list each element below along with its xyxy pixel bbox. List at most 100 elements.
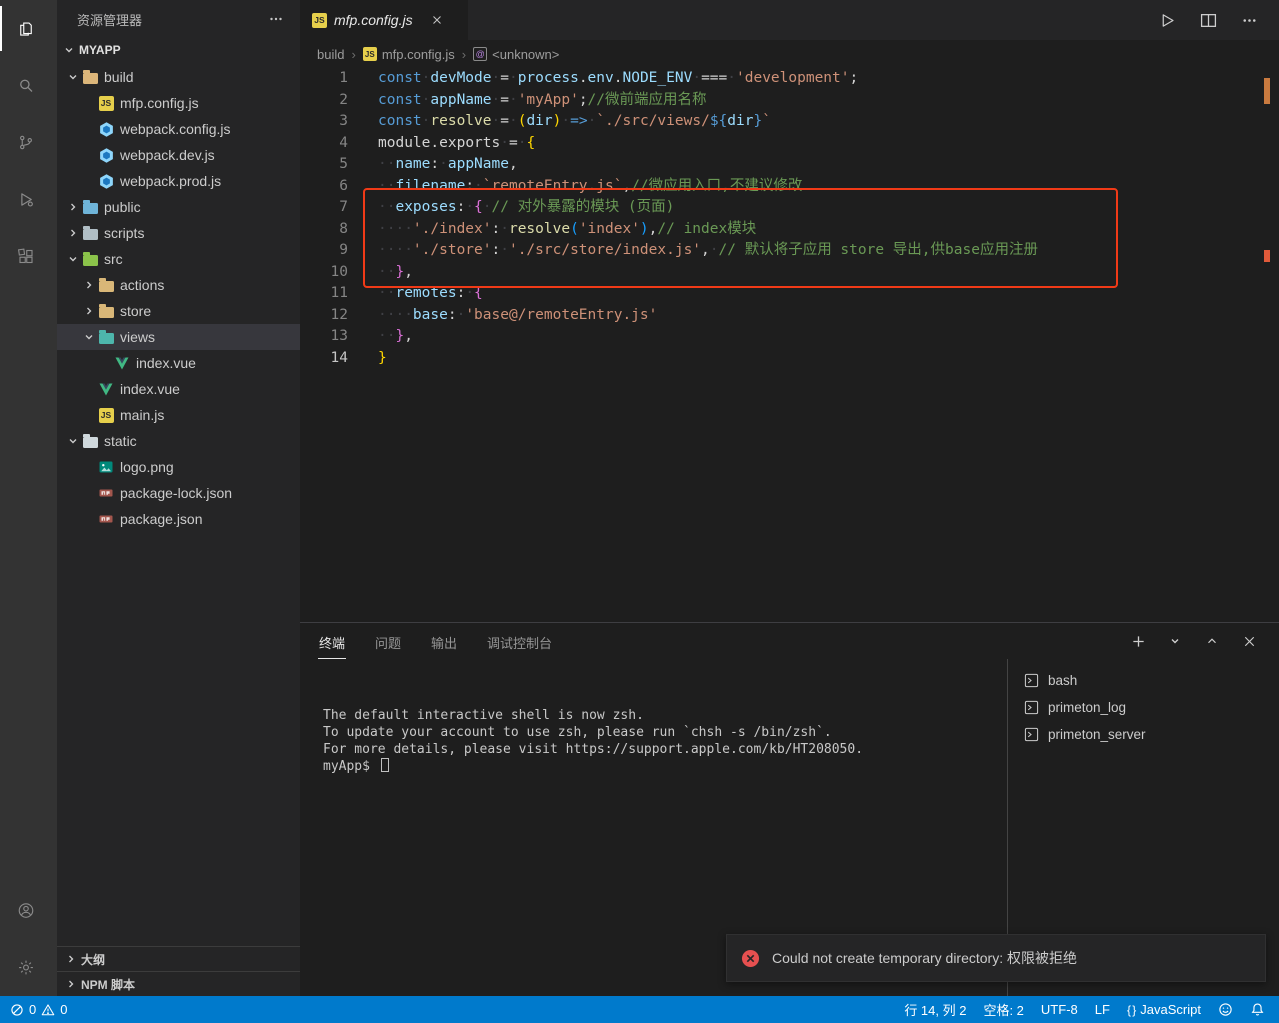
tree-item-package-json[interactable]: package.json (57, 506, 300, 532)
chevron-right-icon (65, 201, 81, 213)
panel-tab-output[interactable]: 输出 (430, 624, 458, 659)
outline-section-header[interactable]: 大纲 (57, 946, 300, 971)
folder-public-icon (81, 200, 99, 214)
tree-item-label: main.js (120, 407, 164, 423)
line-number: 8 (300, 219, 348, 241)
code-line: 3const·resolve·=·(dir)·=>·`./src/views/$… (300, 111, 1279, 133)
tree-item-index-vue[interactable]: index.vue (57, 376, 300, 402)
source-control-icon (17, 130, 35, 155)
code-line: 10··}, (300, 262, 1279, 284)
activity-run-debug[interactable] (0, 171, 57, 228)
search-icon (17, 73, 35, 98)
tree-item-webpack-prod-js[interactable]: webpack.prod.js (57, 168, 300, 194)
tree-item-views[interactable]: views (57, 324, 300, 350)
terminal-tab-primeton-server[interactable]: primeton_server (1008, 721, 1279, 748)
close-tab-icon[interactable] (430, 13, 444, 27)
tab-mfp-config-js[interactable]: JS mfp.config.js (300, 0, 468, 40)
terminal-tab-label: bash (1048, 673, 1077, 688)
terminal-tab-label: primeton_server (1048, 727, 1146, 742)
line-number: 4 (300, 133, 348, 155)
settings-icon (17, 955, 35, 980)
notifications-bell[interactable] (1250, 1002, 1265, 1017)
tree-item-scripts[interactable]: scripts (57, 220, 300, 246)
close-panel-button[interactable] (1240, 634, 1263, 649)
line-number: 10 (300, 262, 348, 284)
panel-tab-debug-console[interactable]: 调试控制台 (486, 624, 553, 659)
more-actions-icon[interactable] (268, 11, 284, 27)
terminal-line: To update your account to use zsh, pleas… (323, 724, 997, 741)
explorer-icon (17, 16, 35, 42)
tree-item-webpack-config-js[interactable]: webpack.config.js (57, 116, 300, 142)
line-number: 5 (300, 154, 348, 176)
language-mode[interactable]: { } JavaScript (1127, 1002, 1201, 1017)
vscode-window: 资源管理器 MYAPP buildJSmfp.config.jswebpack.… (0, 0, 1279, 1023)
notification-toast[interactable]: Could not create temporary directory: 权限… (726, 934, 1266, 982)
extensions-icon (17, 244, 35, 269)
new-terminal-button[interactable] (1129, 634, 1152, 649)
tree-item-label: scripts (104, 225, 144, 241)
tree-item-package-lock-json[interactable]: package-lock.json (57, 480, 300, 506)
activity-settings[interactable] (0, 939, 57, 996)
folder-static-icon (81, 434, 99, 448)
tree-item-logo-png[interactable]: logo.png (57, 454, 300, 480)
editor-pane[interactable]: 1const·devMode·=·process.env.NODE_ENV·==… (300, 68, 1279, 622)
tree-item-src[interactable]: src (57, 246, 300, 272)
error-icon (741, 949, 760, 968)
tree-item-static[interactable]: static (57, 428, 300, 454)
terminal-picker-button[interactable] (1166, 635, 1189, 647)
webpack-icon (97, 121, 115, 138)
activity-account[interactable] (0, 882, 57, 939)
split-editor-button[interactable] (1199, 12, 1222, 29)
activity-source-control[interactable] (0, 114, 57, 171)
tree-item-label: webpack.dev.js (120, 147, 215, 163)
tree-item-actions[interactable]: actions (57, 272, 300, 298)
cursor-position[interactable]: 行 14, 列 2 (904, 1000, 966, 1019)
terminal-tab-bash[interactable]: bash (1008, 667, 1279, 694)
breadcrumb-item-build[interactable]: build (317, 47, 344, 62)
chevron-down-icon (65, 253, 81, 265)
activity-explorer[interactable] (0, 0, 57, 57)
tree-item-build[interactable]: build (57, 64, 300, 90)
tree-item-label: store (120, 303, 151, 319)
scrollbar-annotation-mark (1264, 78, 1270, 104)
terminal-tab-primeton-log[interactable]: primeton_log (1008, 694, 1279, 721)
run-button[interactable] (1158, 11, 1181, 30)
run-icon (1158, 11, 1176, 30)
terminal-icon (1022, 727, 1040, 742)
js-icon: JS (97, 408, 115, 423)
encoding-setting[interactable]: UTF-8 (1041, 1002, 1078, 1017)
tree-item-store[interactable]: store (57, 298, 300, 324)
feedback-button[interactable] (1218, 1002, 1233, 1017)
folder-store-icon (97, 304, 115, 318)
breadcrumb-item-mfp-config-js[interactable]: JSmfp.config.js (363, 47, 455, 62)
tree-item-label: index.vue (136, 355, 196, 371)
panel-tab-terminal[interactable]: 终端 (318, 624, 346, 659)
breadcrumb-label: mfp.config.js (382, 47, 455, 62)
problems-indicator[interactable]: 0 0 (10, 1002, 67, 1017)
line-content: ····'./store':·'./src/store/index.js',·/… (348, 240, 1038, 262)
indentation-setting[interactable]: 空格: 2 (983, 1000, 1023, 1019)
panel-tab-problems[interactable]: 问题 (374, 624, 402, 659)
breadcrumb-item-unknown[interactable]: @<unknown> (473, 47, 559, 62)
scrollbar-annotation-mark (1264, 250, 1270, 262)
code-line: 5··name:·appName, (300, 154, 1279, 176)
tree-item-index-vue[interactable]: index.vue (57, 350, 300, 376)
webpack-icon (97, 173, 115, 190)
code-line: 12····base:·'base@/remoteEntry.js' (300, 305, 1279, 327)
activity-search[interactable] (0, 57, 57, 114)
workspace-header[interactable]: MYAPP (57, 38, 300, 62)
more-button[interactable] (1240, 12, 1263, 29)
eol-setting[interactable]: LF (1095, 1002, 1110, 1017)
tree-item-webpack-dev-js[interactable]: webpack.dev.js (57, 142, 300, 168)
tree-item-mfp-config-js[interactable]: JSmfp.config.js (57, 90, 300, 116)
npm-scripts-section-header[interactable]: NPM 脚本 (57, 971, 300, 996)
close-icon (1240, 634, 1258, 649)
tree-item-public[interactable]: public (57, 194, 300, 220)
npm-scripts-label: NPM 脚本 (81, 976, 135, 993)
line-number: 7 (300, 197, 348, 219)
terminal-cursor[interactable] (381, 758, 389, 772)
sidebar-title: 资源管理器 (77, 10, 142, 29)
tree-item-main-js[interactable]: JS main.js (57, 402, 300, 428)
activity-extensions[interactable] (0, 228, 57, 285)
maximize-panel-button[interactable] (1203, 634, 1226, 648)
